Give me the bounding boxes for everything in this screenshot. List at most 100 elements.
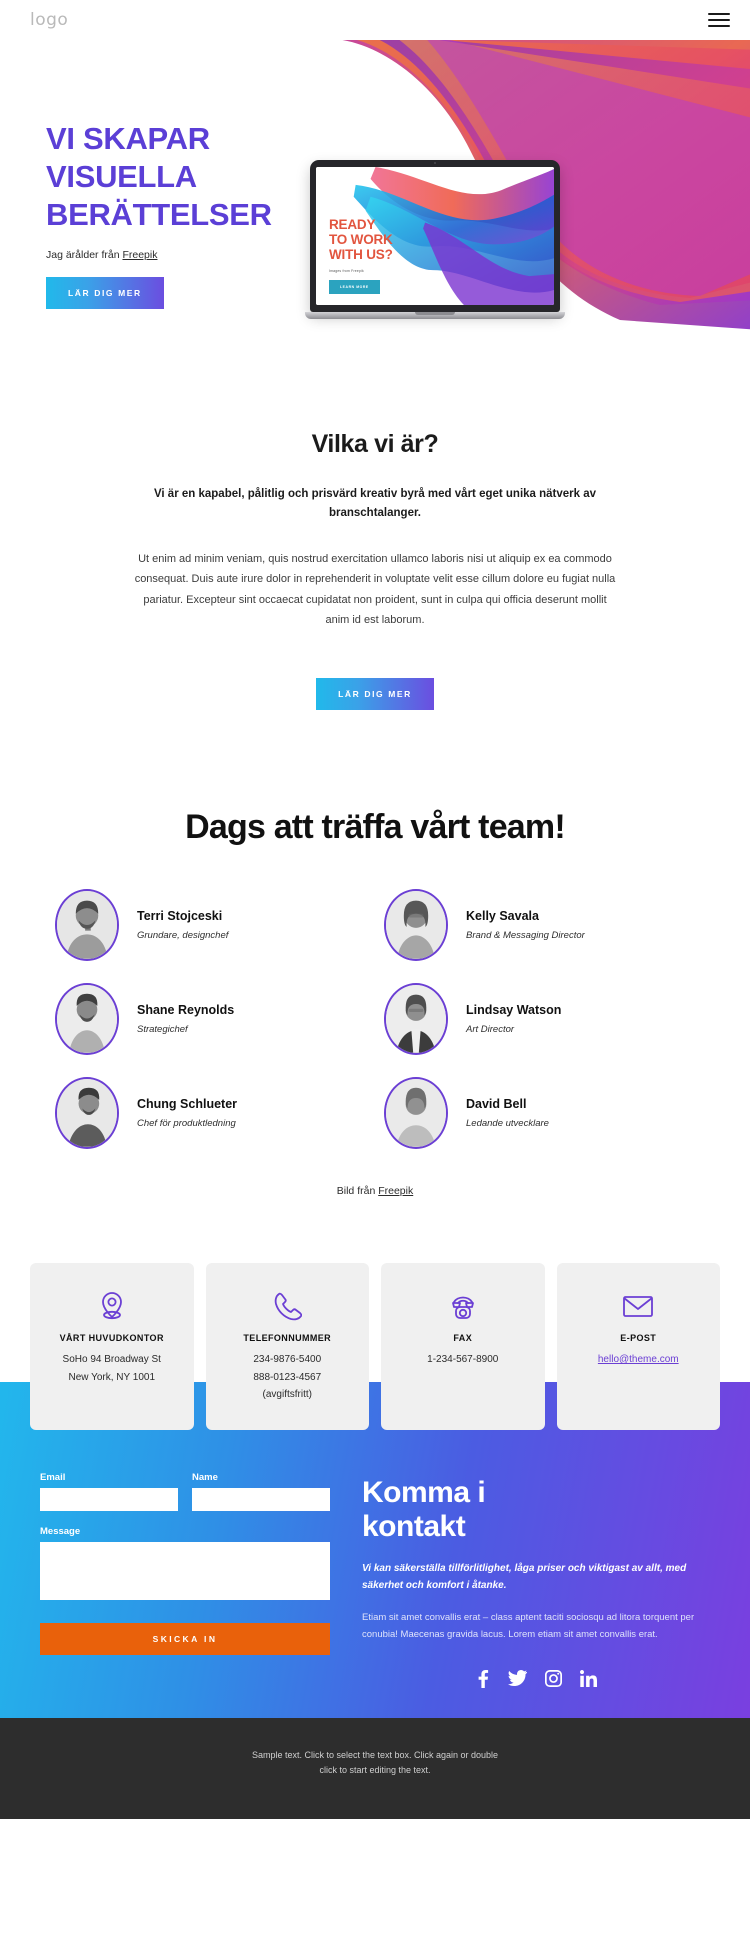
social-links bbox=[362, 1669, 710, 1688]
team-member-info: Kelly Savala Brand & Messaging Director bbox=[466, 909, 585, 941]
contact-title-line2: kontakt bbox=[362, 1509, 466, 1543]
team-member-name: David Bell bbox=[466, 1097, 527, 1112]
about-title: Vilka vi är? bbox=[311, 430, 439, 458]
avatar-photo bbox=[386, 1079, 446, 1148]
team-member-role: Strategichef bbox=[137, 1024, 188, 1036]
team-member-name: Terri Stojceski bbox=[137, 909, 223, 924]
submit-button[interactable]: SKICKA IN bbox=[40, 1622, 330, 1655]
contact-panel-body: Etiam sit amet convallis erat – class ap… bbox=[362, 1611, 695, 1641]
email-link[interactable]: hello@theme.com bbox=[598, 1354, 679, 1365]
burger-bar bbox=[708, 13, 730, 15]
avatar-photo bbox=[386, 891, 446, 960]
message-field-group: Message bbox=[40, 1526, 330, 1605]
burger-bar bbox=[708, 25, 730, 27]
logo[interactable]: logo bbox=[30, 10, 68, 30]
laptop-base bbox=[305, 312, 565, 319]
team-section: Dags att träffa vårt team! Terri Stojces… bbox=[0, 760, 750, 1227]
contact-card-line: SoHo 94 Broadway St bbox=[62, 1354, 161, 1366]
contact-card-title: FAX bbox=[453, 1333, 473, 1344]
hero-credit-link[interactable]: Freepik bbox=[122, 249, 157, 261]
contact-panel-title: Komma i kontakt bbox=[362, 1476, 710, 1544]
contact-form: Email Name Message SKICKA IN bbox=[40, 1472, 330, 1688]
contact-form-section: Email Name Message SKICKA IN Komma i kon… bbox=[0, 1430, 750, 1718]
hero-title-line3: BERÄTTELSER bbox=[46, 196, 272, 232]
team-member: Terri Stojceski Grundare, designchef bbox=[55, 889, 366, 962]
team-member-role: Art Director bbox=[466, 1024, 515, 1036]
team-member-role: Chef för produktledning bbox=[137, 1118, 236, 1130]
contact-card-line: New York, NY 1001 bbox=[68, 1371, 156, 1383]
message-label: Message bbox=[40, 1525, 81, 1537]
team-grid: Terri Stojceski Grundare, designchef Kel… bbox=[55, 889, 695, 1150]
name-field-group: Name bbox=[192, 1472, 330, 1511]
envelope-icon bbox=[567, 1287, 711, 1325]
team-member: David Bell Ledande utvecklare bbox=[384, 1077, 695, 1150]
team-member-role: Brand & Messaging Director bbox=[466, 930, 585, 942]
hero-title-line2: VISUELLA bbox=[46, 158, 197, 194]
team-member-role: Ledande utvecklare bbox=[466, 1118, 549, 1130]
avatar-photo bbox=[386, 985, 446, 1054]
about-cta-button[interactable]: LÄR DIG MER bbox=[316, 678, 434, 711]
form-row: Email Name bbox=[40, 1472, 330, 1511]
avatar-photo bbox=[57, 1079, 117, 1148]
team-credit-text: Bild från bbox=[336, 1185, 379, 1198]
about-lead: Vi är en kapabel, pålitlig och prisvärd … bbox=[153, 488, 597, 519]
contact-card-line: 1-234-567-8900 bbox=[427, 1354, 499, 1366]
contact-panel: Komma i kontakt Vi kan säkerställa tillf… bbox=[362, 1472, 710, 1688]
footer-text-line2: click to start editing the text. bbox=[319, 1764, 431, 1775]
linkedin-icon[interactable] bbox=[580, 1669, 597, 1688]
team-member-info: Shane Reynolds Strategichef bbox=[137, 1003, 234, 1035]
team-member: Shane Reynolds Strategichef bbox=[55, 983, 366, 1056]
hero-section: READY TO WORK WITH US? Images from Freep… bbox=[0, 40, 750, 340]
team-member: Lindsay Watson Art Director bbox=[384, 983, 695, 1056]
team-member: Kelly Savala Brand & Messaging Director bbox=[384, 889, 695, 962]
burger-bar bbox=[708, 19, 730, 21]
team-image-credit: Bild från Freepik bbox=[0, 1185, 750, 1197]
hero-credit-text: Jag ärålder från bbox=[46, 249, 123, 262]
site-header: logo bbox=[0, 0, 750, 40]
avatar-photo bbox=[57, 985, 117, 1054]
avatar bbox=[55, 983, 119, 1056]
team-member: Chung Schlueter Chef för produktledning bbox=[55, 1077, 366, 1150]
team-member-info: David Bell Ledande utvecklare bbox=[466, 1097, 549, 1129]
contact-panel-lead: Vi kan säkerställa tillförlitlighet, låg… bbox=[362, 1562, 687, 1592]
hamburger-menu-icon[interactable] bbox=[708, 9, 730, 31]
contact-card-line: 888-0123-4567 bbox=[253, 1371, 322, 1383]
email-input[interactable] bbox=[40, 1487, 178, 1511]
phone-icon bbox=[216, 1287, 360, 1325]
email-label: Email bbox=[40, 1471, 66, 1483]
hero-title-line1: VI SKAPAR bbox=[46, 121, 210, 156]
laptop-camera-icon bbox=[434, 162, 436, 164]
hero-cta-button[interactable]: LÄR DIG MER bbox=[46, 277, 164, 310]
contact-card-fax: FAX 1-234-567-8900 bbox=[381, 1263, 545, 1430]
team-member-name: Shane Reynolds bbox=[137, 1003, 235, 1018]
contact-card-title: TELEFONNUMMER bbox=[243, 1333, 332, 1344]
contact-card-line: (avgiftsfritt) bbox=[262, 1389, 312, 1401]
contact-title-line1: Komma i bbox=[362, 1475, 486, 1509]
avatar bbox=[55, 889, 119, 962]
contact-card-line: 234-9876-5400 bbox=[253, 1354, 322, 1366]
about-cta-wrap: LÄR DIG MER bbox=[0, 662, 750, 711]
team-member-info: Lindsay Watson Art Director bbox=[466, 1003, 561, 1035]
twitter-icon[interactable] bbox=[508, 1669, 527, 1688]
team-member-info: Chung Schlueter Chef för produktledning bbox=[137, 1097, 237, 1129]
avatar bbox=[55, 1077, 119, 1150]
team-title: Dags att träffa vårt team! bbox=[185, 808, 566, 847]
page-root: logo READY TO WORK WITH US? Images from … bbox=[0, 0, 750, 1820]
instagram-icon[interactable] bbox=[545, 1669, 562, 1688]
hero-copy: VI SKAPAR VISUELLA BERÄTTELSER Jag äråld… bbox=[46, 120, 356, 310]
message-input[interactable] bbox=[40, 1541, 330, 1600]
team-credit-link[interactable]: Freepik bbox=[378, 1185, 413, 1197]
team-member-name: Chung Schlueter bbox=[137, 1097, 238, 1112]
hero-title: VI SKAPAR VISUELLA BERÄTTELSER bbox=[46, 120, 356, 233]
avatar-photo bbox=[57, 891, 117, 960]
team-member-name: Lindsay Watson bbox=[466, 1003, 562, 1018]
email-field-group: Email bbox=[40, 1472, 178, 1511]
contact-card-office: VÅRT HUVUDKONTOR SoHo 94 Broadway St New… bbox=[30, 1263, 194, 1430]
facebook-icon[interactable] bbox=[475, 1669, 490, 1688]
team-member-name: Kelly Savala bbox=[466, 909, 539, 924]
about-body: Ut enim ad minim veniam, quis nostrud ex… bbox=[134, 552, 616, 626]
name-input[interactable] bbox=[192, 1487, 330, 1511]
about-section: Vilka vi är? Vi är en kapabel, pålitlig … bbox=[0, 340, 750, 760]
contact-cards: VÅRT HUVUDKONTOR SoHo 94 Broadway St New… bbox=[30, 1263, 720, 1430]
team-member-info: Terri Stojceski Grundare, designchef bbox=[137, 909, 228, 941]
